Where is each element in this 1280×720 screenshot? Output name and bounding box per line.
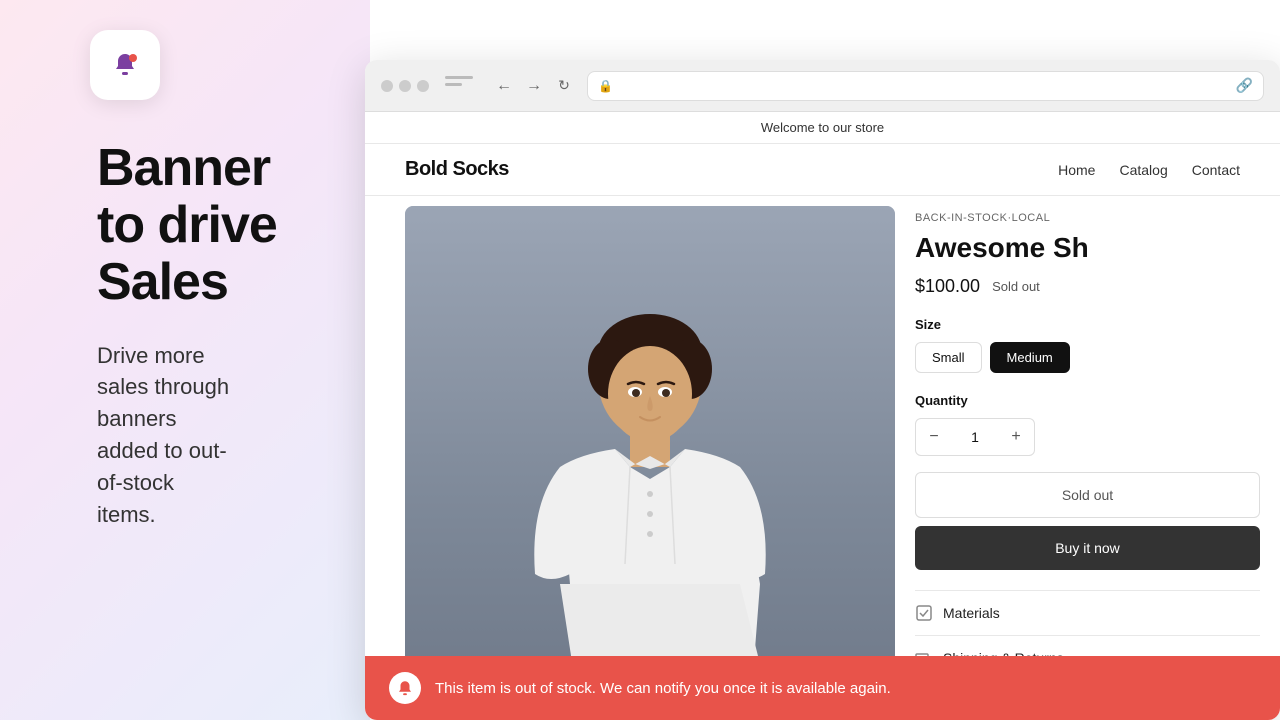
quantity-control: − 1 + [915, 418, 1035, 456]
nav-link-home[interactable]: Home [1058, 162, 1095, 178]
browser-window: ← → ↻ 🔒 🔗 Welcome to our store Bold Sock… [365, 60, 1280, 720]
refresh-button[interactable]: ↻ [553, 75, 575, 97]
dot-close[interactable] [381, 80, 393, 92]
forward-button[interactable]: → [523, 75, 545, 97]
browser-dots [381, 80, 429, 92]
left-text-block: Banner to drive Sales Drive more sales t… [97, 140, 277, 531]
back-button[interactable]: ← [493, 75, 515, 97]
dot-maximize[interactable] [417, 80, 429, 92]
size-label: Size [915, 317, 1260, 332]
bar1 [445, 76, 473, 79]
product-tag: BACK-IN-STOCK·LOCAL [915, 212, 1260, 224]
size-options: Small Medium [915, 342, 1260, 373]
browser-nav: ← → ↻ [493, 75, 575, 97]
product-image-area [405, 206, 895, 714]
quantity-label: Quantity [915, 393, 1260, 408]
bell-container [90, 30, 160, 100]
materials-icon [915, 604, 933, 622]
buy-now-button[interactable]: Buy it now [915, 526, 1260, 570]
product-photo [480, 284, 820, 714]
product-details: BACK-IN-STOCK·LOCAL Awesome Sh $100.00 S… [895, 196, 1280, 714]
dot-minimize[interactable] [399, 80, 411, 92]
sold-out-button: Sold out [915, 472, 1260, 518]
quantity-decrease-button[interactable]: − [916, 419, 952, 455]
banner-text: Welcome to our store [761, 120, 884, 135]
size-small-button[interactable]: Small [915, 342, 982, 373]
nav-links: Home Catalog Contact [1058, 162, 1240, 178]
product-price: $100.00 [915, 276, 980, 297]
notification-text: This item is out of stock. We can notify… [435, 680, 891, 697]
product-title: Awesome Sh [915, 232, 1260, 264]
browser-chrome: ← → ↻ 🔒 🔗 [365, 60, 1280, 112]
main-headline: Banner to drive Sales [97, 140, 277, 312]
lock-icon: 🔒 [598, 79, 613, 93]
size-medium-button[interactable]: Medium [990, 342, 1070, 373]
notification-bell-icon [389, 672, 421, 704]
description-text: Drive more sales through banners added t… [97, 343, 229, 527]
accordion-materials[interactable]: Materials [915, 591, 1260, 636]
product-area: BACK-IN-STOCK·LOCAL Awesome Sh $100.00 S… [365, 196, 1280, 714]
quantity-value: 1 [952, 429, 998, 445]
nav-link-contact[interactable]: Contact [1192, 162, 1240, 178]
notification-banner: This item is out of stock. We can notify… [365, 656, 1280, 720]
nav-link-catalog[interactable]: Catalog [1119, 162, 1167, 178]
address-bar[interactable]: 🔒 🔗 [587, 71, 1264, 101]
sidebar-toggle-icon[interactable] [445, 76, 473, 96]
bell-icon [107, 47, 143, 83]
bar2 [445, 83, 462, 86]
bell-svg [396, 679, 414, 697]
materials-label: Materials [943, 605, 1000, 621]
store-content: Welcome to our store Bold Socks Home Cat… [365, 112, 1280, 720]
sold-out-badge: Sold out [992, 279, 1040, 294]
quantity-increase-button[interactable]: + [998, 419, 1034, 455]
store-navigation: Bold Socks Home Catalog Contact [365, 144, 1280, 196]
main-description: Drive more sales through banners added t… [97, 340, 277, 531]
headline-text: Banner to drive Sales [97, 139, 277, 311]
store-logo: Bold Socks [405, 158, 509, 181]
store-announcement-banner: Welcome to our store [365, 112, 1280, 144]
link-icon: 🔗 [1236, 77, 1253, 94]
product-price-row: $100.00 Sold out [915, 276, 1260, 297]
